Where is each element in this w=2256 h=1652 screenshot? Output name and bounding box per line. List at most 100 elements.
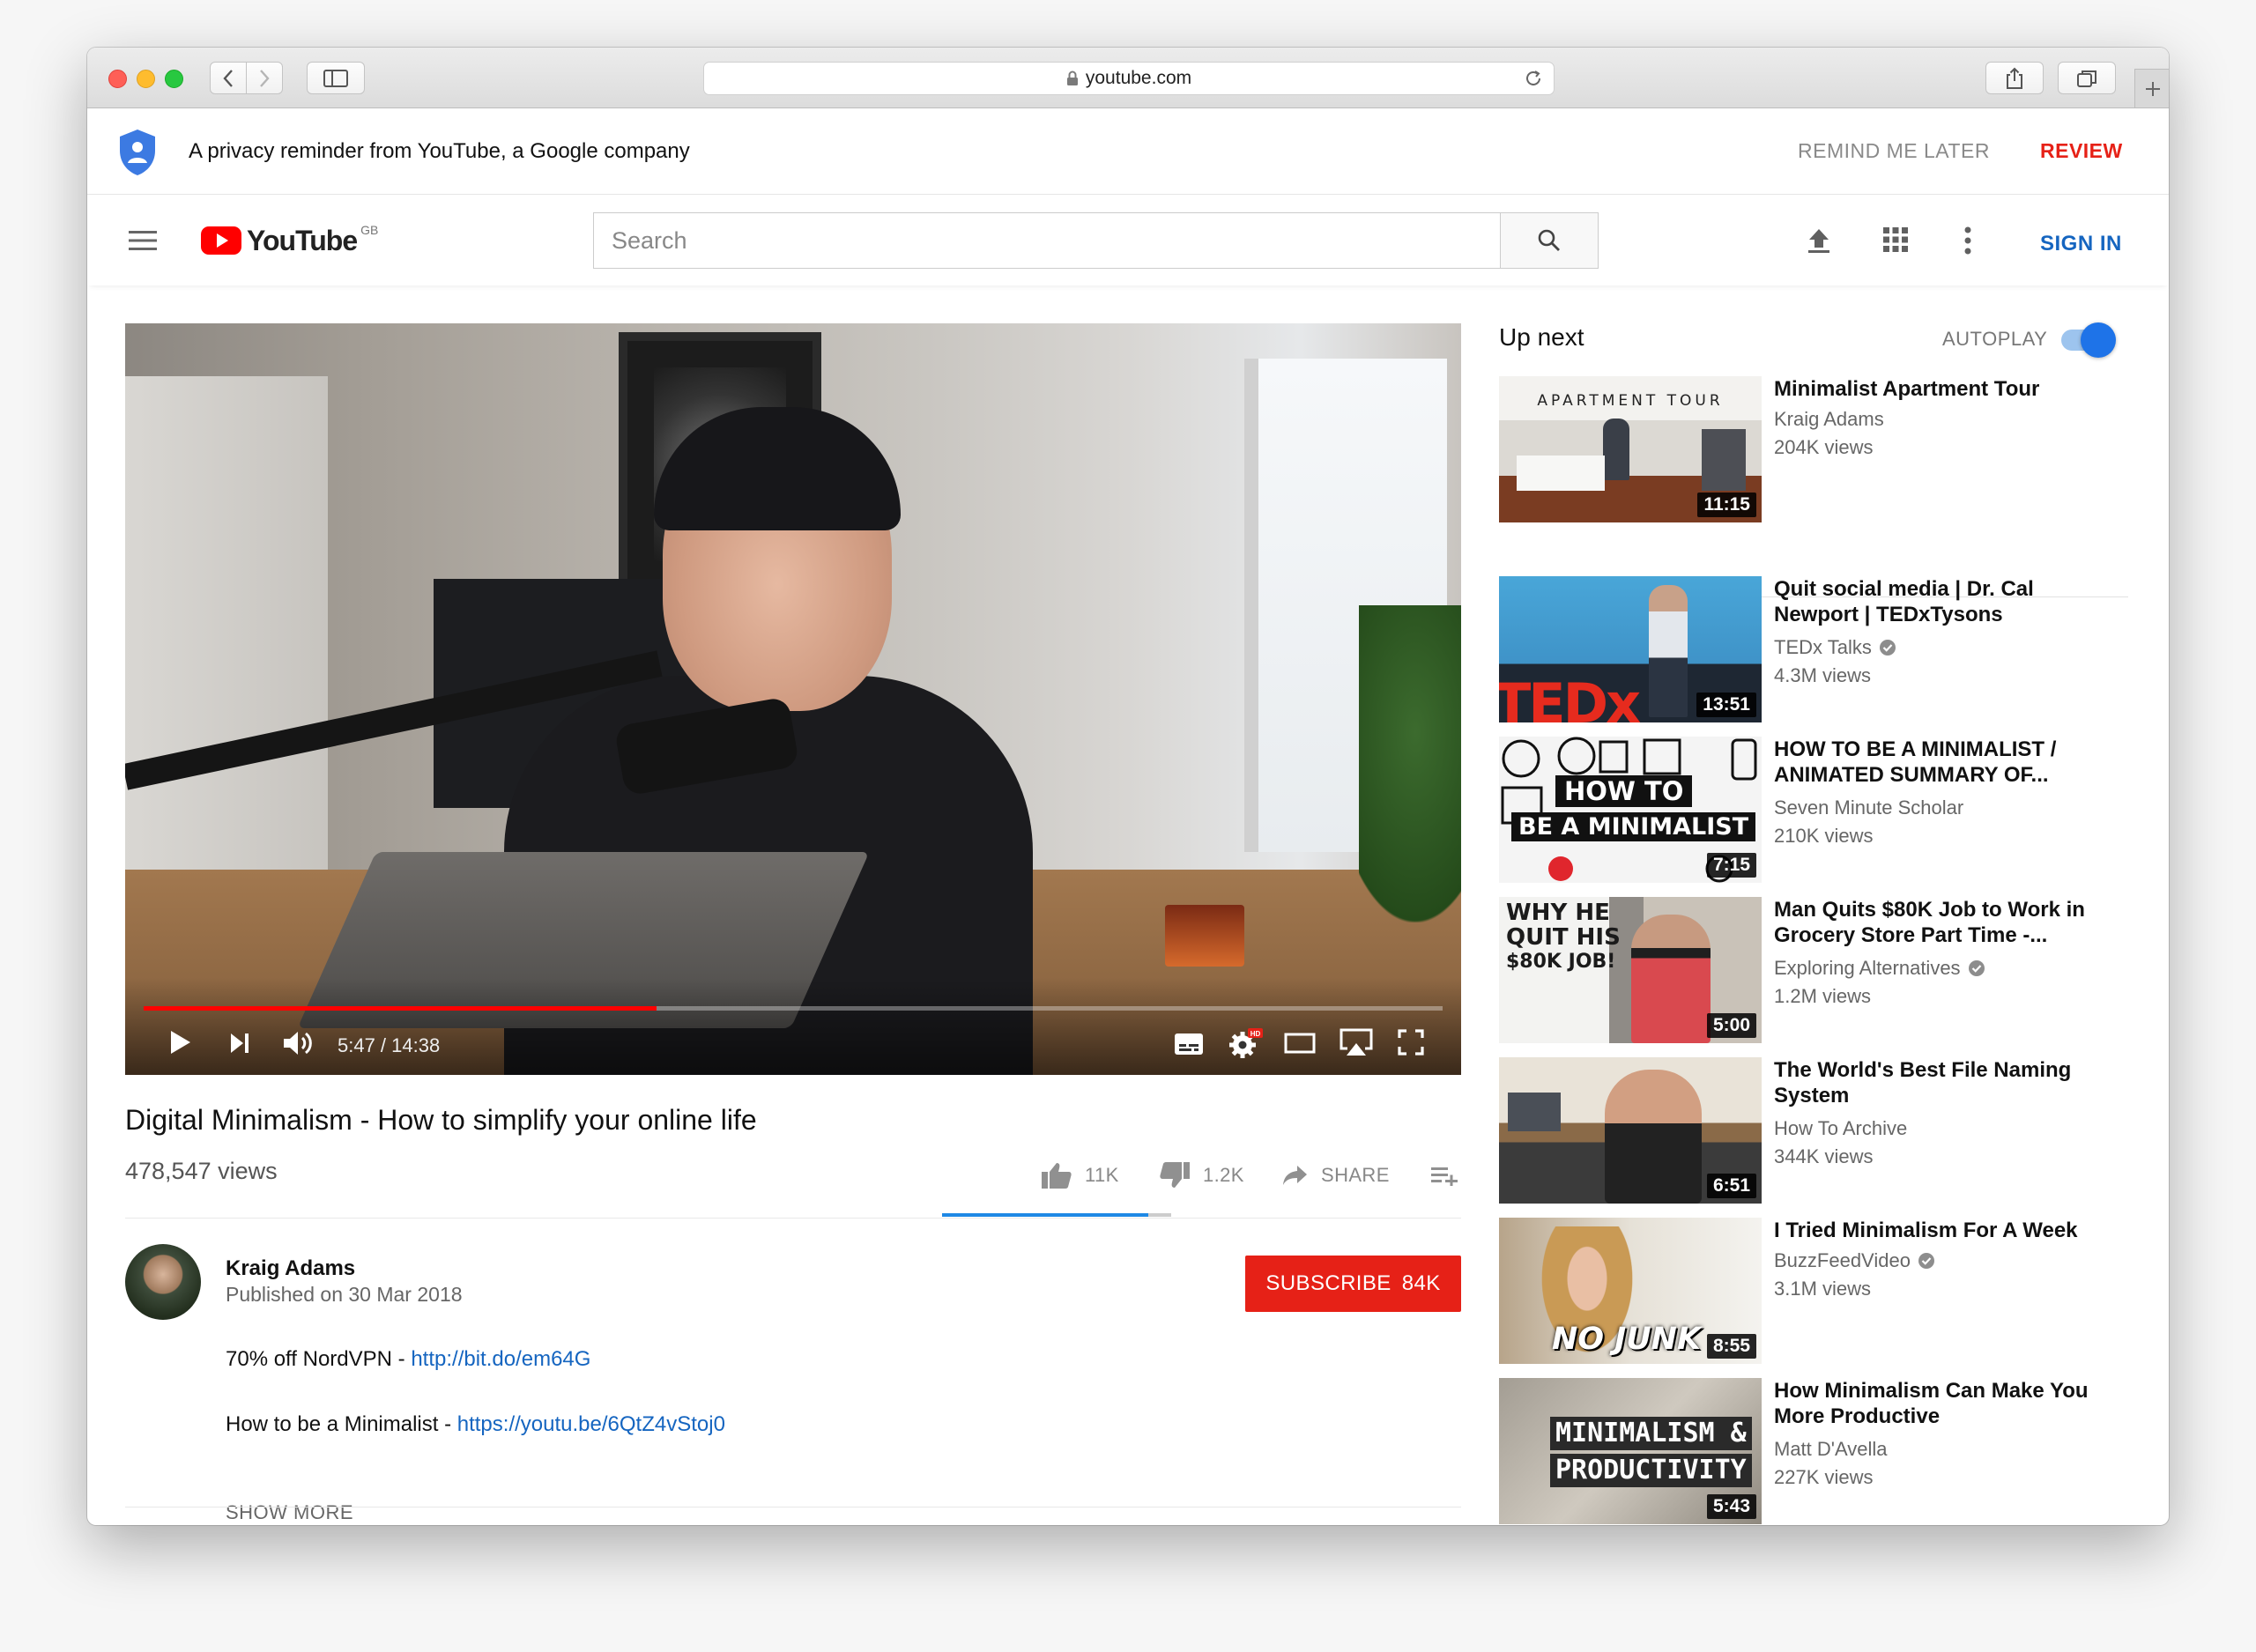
video-thumbnail[interactable]: WHY HE QUIT HIS $80K JOB! 5:00 xyxy=(1499,897,1762,1043)
video-title[interactable]: Man Quits $80K Job to Work in Grocery St… xyxy=(1774,897,2118,948)
review-button[interactable]: REVIEW xyxy=(2040,139,2123,163)
video-thumbnail[interactable]: HOW TO BE A MINIMALIST 7:15 xyxy=(1499,737,1762,883)
video-duration: 7:15 xyxy=(1706,853,1756,878)
recommended-video[interactable]: MINIMALISM & PRODUCTIVITY 5:43 How Minim… xyxy=(1499,1378,2169,1524)
autoplay-toggle-knob[interactable] xyxy=(2081,322,2116,358)
search-button[interactable] xyxy=(1500,212,1599,269)
new-tab-button[interactable] xyxy=(2134,69,2169,108)
subtitles-icon[interactable] xyxy=(1174,1033,1204,1056)
browser-toolbar: youtube.com xyxy=(87,48,2169,108)
fullscreen-icon[interactable] xyxy=(1398,1029,1424,1056)
minimize-window-button[interactable] xyxy=(137,70,155,88)
lock-icon xyxy=(1066,70,1078,85)
thumbnail-caption: APARTMENT TOUR xyxy=(1537,392,1724,410)
seek-bar[interactable] xyxy=(144,1006,1443,1011)
add-to-playlist-button[interactable] xyxy=(1430,1156,1458,1195)
divider xyxy=(125,1507,1461,1508)
back-button[interactable] xyxy=(210,62,247,94)
video-duration: 13:51 xyxy=(1696,693,1756,717)
thumbnail-desk xyxy=(1517,456,1605,491)
description-link[interactable]: http://bit.do/em64G xyxy=(411,1347,590,1371)
like-button[interactable]: 11K xyxy=(1041,1156,1119,1195)
share-label: SHARE xyxy=(1321,1164,1390,1186)
thumbnail-caption: BE A MINIMALIST xyxy=(1511,812,1756,841)
recommended-video[interactable]: HOW TO BE A MINIMALIST 7:15 HOW TO BE A … xyxy=(1499,737,2169,883)
subscriber-count: 84K xyxy=(1401,1271,1441,1295)
description-link[interactable]: https://youtu.be/6QtZ4vStoj0 xyxy=(457,1412,725,1436)
youtube-logo[interactable]: YouTube GB xyxy=(201,223,378,257)
airplay-icon[interactable] xyxy=(1339,1027,1374,1057)
zoom-window-button[interactable] xyxy=(165,70,183,88)
more-vertical-icon[interactable] xyxy=(1963,226,1972,255)
view-count: 210K views xyxy=(1774,825,1874,847)
menu-icon[interactable] xyxy=(129,230,157,251)
recommended-video[interactable]: WHY HE QUIT HIS $80K JOB! 5:00 Man Quits… xyxy=(1499,897,2169,1043)
video-duration: 5:43 xyxy=(1706,1494,1756,1519)
close-window-button[interactable] xyxy=(108,70,127,88)
remind-me-later-button[interactable]: REMIND ME LATER xyxy=(1798,139,1990,163)
share-video-button[interactable]: SHARE xyxy=(1282,1156,1390,1195)
video-thumbnail[interactable]: NO JUNK 8:55 xyxy=(1499,1218,1762,1364)
subscribe-button[interactable]: SUBSCRIBE 84K xyxy=(1245,1256,1461,1312)
thumbnail-person xyxy=(1605,1070,1702,1204)
channel-avatar[interactable] xyxy=(125,1244,201,1320)
recommended-video[interactable]: TEDx 13:51 Quit social media | Dr. Cal N… xyxy=(1499,576,2169,722)
apps-grid-icon[interactable] xyxy=(1882,226,1909,253)
video-thumbnail[interactable]: MINIMALISM & PRODUCTIVITY 5:43 xyxy=(1499,1378,1762,1524)
video-duration: 5:00 xyxy=(1706,1013,1756,1038)
video-thumbnail[interactable]: 6:51 xyxy=(1499,1057,1762,1204)
sign-in-button[interactable]: SIGN IN xyxy=(2040,232,2122,256)
like-ratio xyxy=(942,1213,1148,1217)
url-text: youtube.com xyxy=(1085,68,1192,88)
browser-window: youtube.com A privacy reminder from YouT… xyxy=(87,48,2169,1525)
channel-name[interactable]: Kraig Adams xyxy=(226,1256,355,1281)
recommended-video[interactable]: NO JUNK 8:55 I Tried Minimalism For A We… xyxy=(1499,1218,2169,1364)
recommended-video[interactable]: 6:51 The World's Best File Naming System… xyxy=(1499,1057,2169,1204)
video-title[interactable]: How Minimalism Can Make You More Product… xyxy=(1774,1378,2118,1429)
channel-name-text: Exploring Alternatives xyxy=(1774,957,1961,979)
view-count: 4.3M views xyxy=(1774,664,1872,686)
sidebar-toggle-button[interactable] xyxy=(307,62,365,94)
show-more-button[interactable]: SHOW MORE xyxy=(226,1501,353,1524)
share-button[interactable] xyxy=(1985,62,2044,94)
volume-icon[interactable] xyxy=(282,1029,314,1057)
chevron-right-icon xyxy=(260,69,270,87)
thumbs-up-icon xyxy=(1042,1163,1072,1189)
settings-gear-icon[interactable]: HD xyxy=(1228,1027,1264,1059)
theater-mode-icon[interactable] xyxy=(1284,1033,1316,1054)
thumbnail-caption: PRODUCTIVITY xyxy=(1550,1454,1752,1487)
thumbnail-caption: $80K JOB! xyxy=(1506,951,1616,973)
player-controls: 5:47 / 14:38 HD xyxy=(125,1024,1461,1068)
play-icon[interactable] xyxy=(169,1029,192,1056)
video-thumbnail[interactable]: APARTMENT TOUR 11:15 xyxy=(1499,376,1762,522)
thumbnail-caption: MINIMALISM & xyxy=(1550,1417,1752,1450)
video-title[interactable]: The World's Best File Naming System xyxy=(1774,1057,2118,1108)
video-title[interactable]: I Tried Minimalism For A Week xyxy=(1774,1218,2118,1243)
thumbnail-monitor xyxy=(1508,1093,1561,1131)
verified-badge-icon xyxy=(1918,1253,1934,1269)
video-player[interactable]: 5:47 / 14:38 HD xyxy=(125,323,1461,1075)
recommended-video[interactable]: APARTMENT TOUR 11:15 Minimalist Apartmen… xyxy=(1499,376,2169,522)
video-title[interactable]: HOW TO BE A MINIMALIST / ANIMATED SUMMAR… xyxy=(1774,737,2118,788)
video-title[interactable]: Quit social media | Dr. Cal Newport | TE… xyxy=(1774,576,2118,627)
channel-name-text: How To Archive xyxy=(1774,1117,1908,1139)
upload-icon[interactable] xyxy=(1806,226,1832,255)
next-icon[interactable] xyxy=(229,1032,250,1055)
description-text: How to be a Minimalist - xyxy=(226,1412,457,1436)
address-bar[interactable]: youtube.com xyxy=(703,62,1555,95)
forward-button[interactable] xyxy=(246,62,283,94)
video-title[interactable]: Minimalist Apartment Tour xyxy=(1774,376,2118,402)
view-count: 478,547 views xyxy=(125,1158,278,1184)
channel-name: BuzzFeedVideo xyxy=(1774,1249,1935,1272)
video-thumbnail[interactable]: TEDx 13:51 xyxy=(1499,576,1762,722)
view-count: 204K views xyxy=(1774,436,1874,458)
search-input[interactable]: Search xyxy=(593,212,1500,269)
reload-icon[interactable] xyxy=(1524,69,1543,88)
dislike-button[interactable]: 1.2K xyxy=(1159,1156,1244,1195)
channel-name-text: Seven Minute Scholar xyxy=(1774,796,1964,819)
show-tabs-button[interactable] xyxy=(2058,62,2116,94)
video-duration: 6:51 xyxy=(1706,1174,1756,1198)
description-line: How to be a Minimalist - https://youtu.b… xyxy=(226,1412,725,1437)
channel-name-text: BuzzFeedVideo xyxy=(1774,1249,1911,1271)
thumbnail-caption: NO JUNK xyxy=(1552,1322,1702,1357)
